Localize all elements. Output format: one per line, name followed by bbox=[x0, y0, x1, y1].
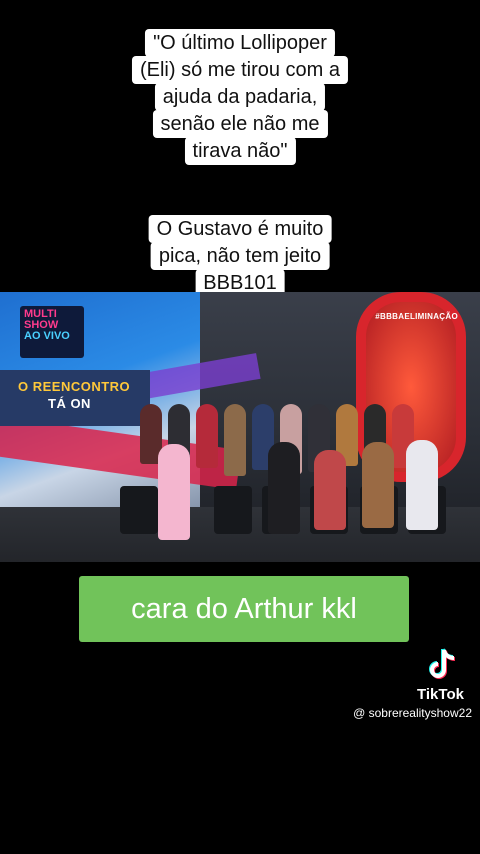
caption-line: tirava não" bbox=[184, 137, 296, 165]
person bbox=[224, 404, 246, 476]
person bbox=[314, 450, 346, 530]
video-frame[interactable]: MULTI SHOW AO VIVO O REENCONTRO TÁ ON #B… bbox=[0, 292, 480, 562]
person bbox=[362, 442, 394, 528]
tiktok-logo-icon bbox=[429, 648, 456, 679]
banner-line: TÁ ON bbox=[48, 396, 91, 411]
person bbox=[268, 442, 300, 534]
person bbox=[406, 440, 438, 530]
chair bbox=[214, 486, 252, 534]
caption-line: (Eli) só me tirou com a bbox=[131, 56, 349, 84]
caption-line: pica, não tem jeito bbox=[150, 242, 330, 270]
caption-line: ajuda da padaria, bbox=[154, 83, 326, 111]
chair bbox=[120, 486, 158, 534]
banner-line: O REENCONTRO bbox=[18, 379, 131, 394]
caption-top: "O último Lollipoper (Eli) só me tirou c… bbox=[131, 29, 349, 165]
person-pink-outfit bbox=[158, 444, 190, 540]
person bbox=[196, 404, 218, 468]
channel-logo: MULTI SHOW AO VIVO bbox=[20, 306, 84, 358]
caption-middle: O Gustavo é muito pica, não tem jeito BB… bbox=[148, 215, 332, 297]
caption-line: senão ele não me bbox=[152, 110, 328, 138]
show-banner: O REENCONTRO TÁ ON bbox=[0, 370, 150, 426]
creator-handle[interactable]: @ sobrerealityshow22 bbox=[353, 706, 472, 720]
caption-line: "O último Lollipoper bbox=[145, 29, 335, 57]
logo-line: AO VIVO bbox=[24, 330, 70, 342]
overlay-label: cara do Arthur kkl bbox=[79, 576, 409, 642]
tiktok-wordmark: TikTok bbox=[417, 686, 464, 703]
hashtag-label: #BBBAELIMINAÇÃO bbox=[375, 312, 458, 321]
caption-line: O Gustavo é muito bbox=[148, 215, 332, 243]
